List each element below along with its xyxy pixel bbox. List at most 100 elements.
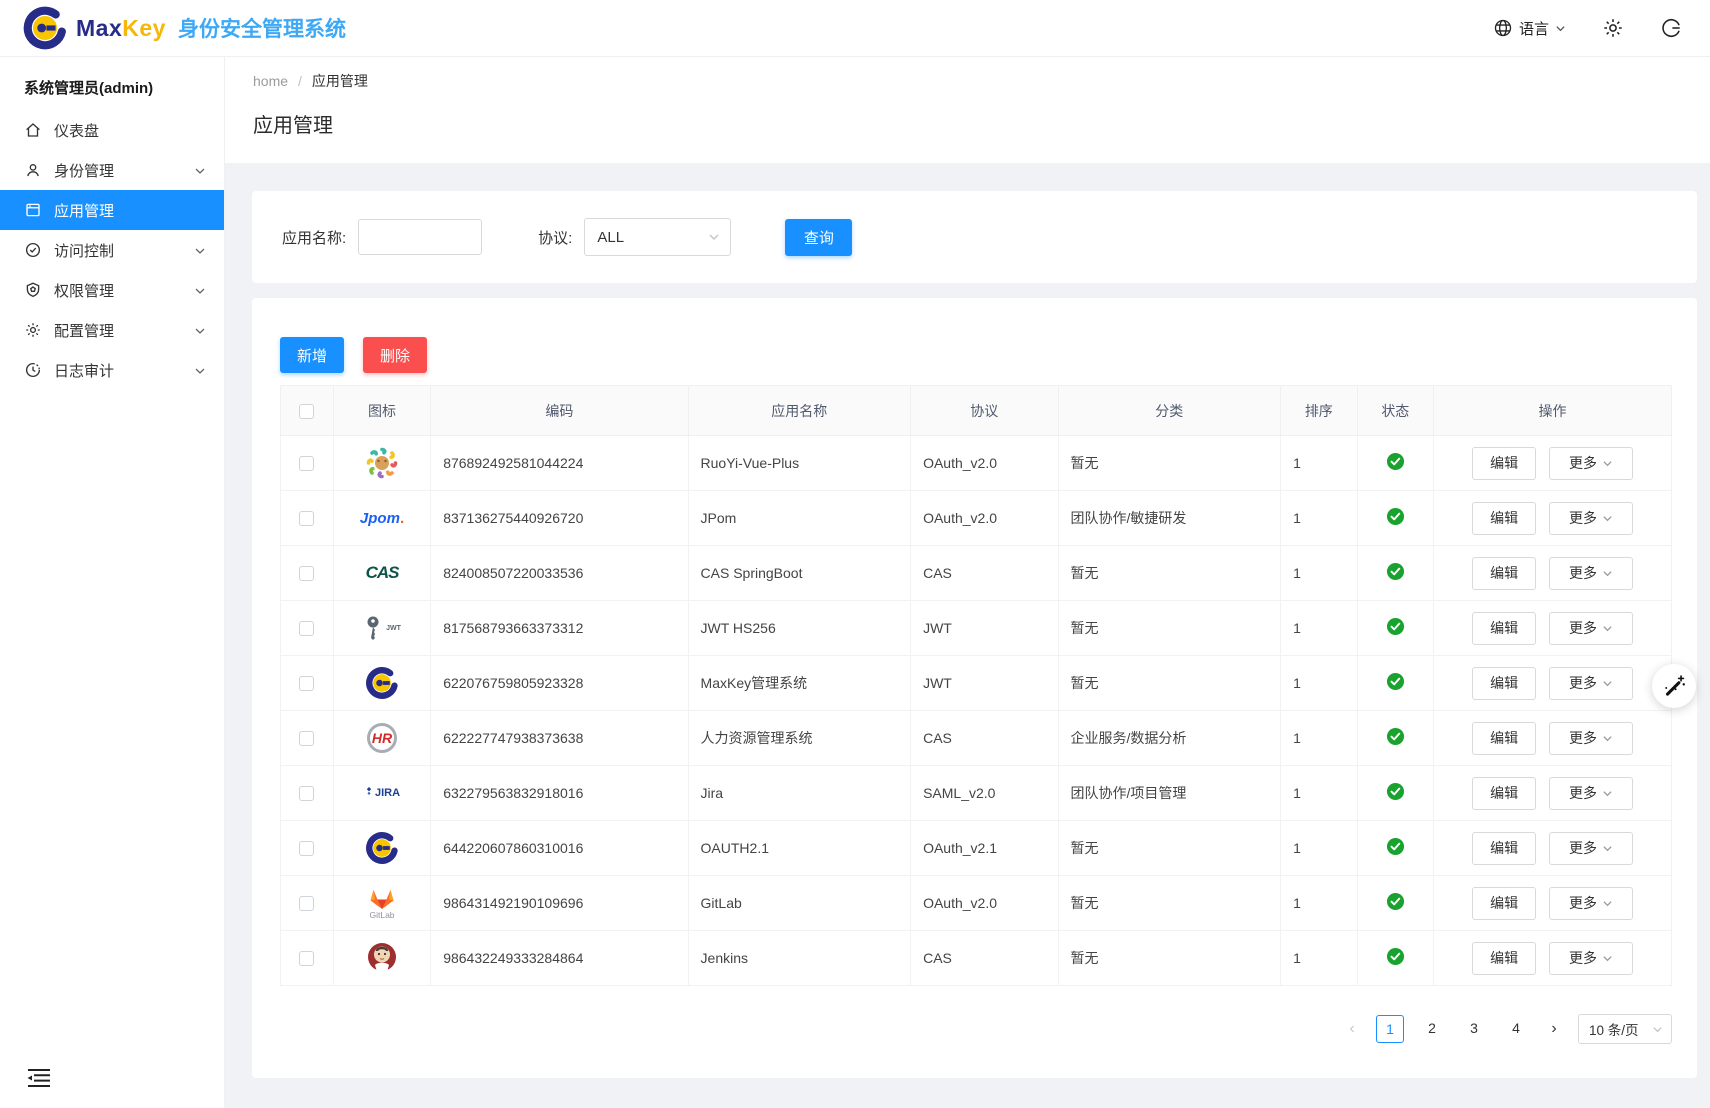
more-button[interactable]: 更多 bbox=[1549, 667, 1633, 700]
more-button[interactable]: 更多 bbox=[1549, 777, 1633, 810]
logout-icon bbox=[1660, 17, 1682, 39]
edit-button[interactable]: 编辑 bbox=[1472, 887, 1536, 920]
app-name-input[interactable] bbox=[358, 219, 482, 255]
cell-name: MaxKey管理系统 bbox=[688, 656, 911, 711]
cell-code: 622076759805923328 bbox=[431, 656, 688, 711]
edit-button[interactable]: 编辑 bbox=[1472, 557, 1536, 590]
cell-code: 622227747938373638 bbox=[431, 711, 688, 766]
page-header: home / 应用管理 应用管理 bbox=[225, 57, 1710, 163]
row-checkbox[interactable] bbox=[299, 676, 314, 691]
row-checkbox[interactable] bbox=[299, 841, 314, 856]
prev-page-button[interactable]: ‹ bbox=[1342, 1020, 1362, 1038]
more-button[interactable]: 更多 bbox=[1549, 502, 1633, 535]
audit-icon bbox=[24, 361, 42, 379]
cell-name: OAUTH2.1 bbox=[688, 821, 911, 876]
sidebar-item-dashboard[interactable]: 仪表盘 bbox=[0, 110, 224, 150]
cell-protocol: OAuth_v2.0 bbox=[911, 491, 1058, 546]
gitlab-logo: GitLab bbox=[362, 883, 402, 923]
search-button[interactable]: 查询 bbox=[785, 219, 852, 256]
identity-icon bbox=[24, 161, 42, 179]
edit-button[interactable]: 编辑 bbox=[1472, 612, 1536, 645]
edit-button[interactable]: 编辑 bbox=[1472, 667, 1536, 700]
assistant-fab-button[interactable] bbox=[1652, 664, 1696, 708]
cell-name: CAS SpringBoot bbox=[688, 546, 911, 601]
cell-code: 837136275440926720 bbox=[431, 491, 688, 546]
row-checkbox[interactable] bbox=[299, 621, 314, 636]
chevron-down-icon bbox=[1602, 953, 1613, 964]
sidebar-item-configuration[interactable]: 配置管理 bbox=[0, 310, 224, 350]
config-icon bbox=[24, 321, 42, 339]
select-all-checkbox[interactable] bbox=[299, 404, 314, 419]
chevron-down-icon bbox=[1602, 458, 1613, 469]
chevron-down-icon bbox=[1602, 513, 1613, 524]
edit-button[interactable]: 编辑 bbox=[1472, 722, 1536, 755]
status-enabled-icon bbox=[1386, 617, 1405, 636]
cell-code: 817568793663373312 bbox=[431, 601, 688, 656]
collapse-menu-button[interactable] bbox=[26, 1067, 52, 1094]
breadcrumb-home-link[interactable]: home bbox=[253, 73, 288, 89]
row-checkbox[interactable] bbox=[299, 566, 314, 581]
more-button[interactable]: 更多 bbox=[1549, 887, 1633, 920]
row-checkbox[interactable] bbox=[299, 731, 314, 746]
language-switcher[interactable]: 语言 bbox=[1493, 18, 1566, 39]
header-sort: 排序 bbox=[1281, 386, 1358, 436]
breadcrumb-separator: / bbox=[298, 73, 302, 89]
sidebar-menu: 仪表盘 身份管理 应用管理 访 bbox=[0, 110, 224, 390]
sidebar-item-identity[interactable]: 身份管理 bbox=[0, 150, 224, 190]
protocol-select[interactable]: ALL bbox=[584, 218, 731, 256]
more-button[interactable]: 更多 bbox=[1549, 447, 1633, 480]
table-row: Jpom. 837136275440926720 JPom OAuth_v2.0… bbox=[281, 491, 1672, 546]
chevron-down-icon bbox=[1602, 568, 1613, 579]
sidebar-item-applications[interactable]: 应用管理 bbox=[0, 190, 224, 230]
dashboard-icon bbox=[24, 121, 42, 139]
logout-button[interactable] bbox=[1660, 17, 1682, 39]
delete-button[interactable]: 删除 bbox=[363, 337, 427, 373]
more-button[interactable]: 更多 bbox=[1549, 612, 1633, 645]
edit-button[interactable]: 编辑 bbox=[1472, 942, 1536, 975]
sidebar-item-audit[interactable]: 日志审计 bbox=[0, 350, 224, 390]
page-button-1[interactable]: 1 bbox=[1376, 1015, 1404, 1043]
header-status: 状态 bbox=[1357, 386, 1434, 436]
chevron-down-icon bbox=[1602, 678, 1613, 689]
more-button[interactable]: 更多 bbox=[1549, 722, 1633, 755]
add-button[interactable]: 新增 bbox=[280, 337, 344, 373]
cell-category: 暂无 bbox=[1058, 821, 1281, 876]
cell-sort: 1 bbox=[1281, 656, 1358, 711]
table-card: 新增 删除 图标 编码 应用名称 bbox=[252, 298, 1697, 1078]
pagination: ‹ 1 2 3 4 › 10 条/页 bbox=[280, 1014, 1672, 1044]
more-button[interactable]: 更多 bbox=[1549, 832, 1633, 865]
cell-category: 暂无 bbox=[1058, 546, 1281, 601]
cell-sort: 1 bbox=[1281, 821, 1358, 876]
row-checkbox[interactable] bbox=[299, 951, 314, 966]
cas-logo: CAS bbox=[362, 553, 402, 593]
more-button[interactable]: 更多 bbox=[1549, 942, 1633, 975]
header-icon: 图标 bbox=[333, 386, 430, 436]
sidebar-item-access-control[interactable]: 访问控制 bbox=[0, 230, 224, 270]
settings-button[interactable] bbox=[1602, 17, 1624, 39]
topbar-actions: 语言 bbox=[1493, 17, 1710, 39]
page-button-3[interactable]: 3 bbox=[1460, 1015, 1488, 1043]
more-button[interactable]: 更多 bbox=[1549, 557, 1633, 590]
row-checkbox[interactable] bbox=[299, 786, 314, 801]
page-size-select[interactable]: 10 条/页 bbox=[1578, 1014, 1672, 1044]
permission-icon bbox=[24, 281, 42, 299]
cell-category: 暂无 bbox=[1058, 656, 1281, 711]
edit-button[interactable]: 编辑 bbox=[1472, 502, 1536, 535]
maxkey-logo-icon bbox=[22, 5, 68, 51]
chevron-down-icon bbox=[1652, 1024, 1663, 1035]
row-checkbox[interactable] bbox=[299, 896, 314, 911]
row-checkbox[interactable] bbox=[299, 456, 314, 471]
jwt-logo: JWT bbox=[362, 608, 402, 648]
edit-button[interactable]: 编辑 bbox=[1472, 832, 1536, 865]
chevron-down-icon bbox=[1602, 898, 1613, 909]
cell-name: GitLab bbox=[688, 876, 911, 931]
next-page-button[interactable]: › bbox=[1544, 1020, 1564, 1038]
sidebar-item-permissions[interactable]: 权限管理 bbox=[0, 270, 224, 310]
page-button-2[interactable]: 2 bbox=[1418, 1015, 1446, 1043]
page-button-4[interactable]: 4 bbox=[1502, 1015, 1530, 1043]
row-checkbox[interactable] bbox=[299, 511, 314, 526]
chevron-down-icon bbox=[1555, 23, 1566, 34]
menu-fold-icon bbox=[26, 1067, 52, 1089]
edit-button[interactable]: 编辑 bbox=[1472, 447, 1536, 480]
edit-button[interactable]: 编辑 bbox=[1472, 777, 1536, 810]
